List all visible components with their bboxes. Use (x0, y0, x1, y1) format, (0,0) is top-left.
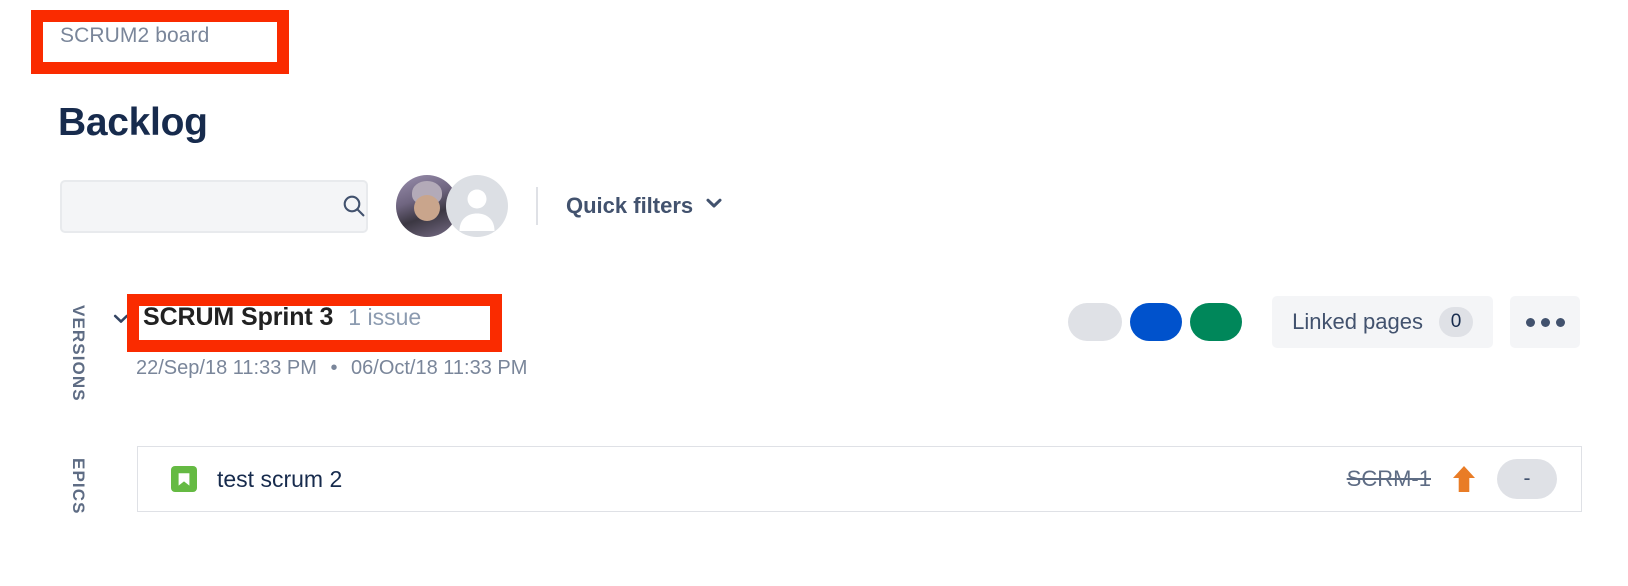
story-icon (171, 466, 197, 492)
sprint-collapse-toggle[interactable] (106, 304, 136, 334)
sprint-start-date: 22/Sep/18 11:33 PM (136, 357, 317, 379)
sprint-date-separator: • (330, 357, 338, 379)
priority-high-arrow-up-icon (1451, 464, 1477, 494)
status-pill-inprogress[interactable] (1130, 303, 1183, 341)
breadcrumb[interactable]: SCRUM2 board (60, 23, 209, 49)
ellipsis-icon (1555, 317, 1565, 327)
sprint-status-pills (1068, 303, 1243, 341)
search-box[interactable] (60, 179, 368, 233)
ellipsis-icon (1540, 317, 1550, 327)
quick-filters-label: Quick filters (566, 193, 694, 218)
sprint-issue-count: 1 issue (348, 304, 422, 330)
rail-label-epics[interactable]: EPICS (68, 458, 88, 515)
user-avatar-default[interactable] (446, 175, 508, 237)
search-icon[interactable] (341, 193, 367, 219)
ellipsis-icon (1525, 317, 1535, 327)
status-pill-done[interactable] (1190, 303, 1243, 341)
linked-pages-button[interactable]: Linked pages 0 (1272, 296, 1493, 348)
chevron-down-icon (113, 314, 129, 323)
search-input[interactable] (76, 194, 341, 218)
backlog-toolbar: Quick filters (60, 175, 724, 237)
issue-estimate-badge[interactable]: - (1497, 459, 1557, 499)
sprint-header[interactable]: SCRUM Sprint 3 1 issue (143, 303, 421, 332)
issue-row-meta: SCRM-1 - (1347, 459, 1557, 499)
avatar-group[interactable] (396, 175, 508, 237)
linked-pages-count-badge: 0 (1439, 307, 1473, 337)
breadcrumb-board-link[interactable]: SCRUM2 board (60, 24, 209, 47)
chevron-down-icon (704, 193, 724, 219)
sprint-dates: 22/Sep/18 11:33 PM • 06/Oct/18 11:33 PM (136, 357, 527, 380)
rail-label-versions[interactable]: VERSIONS (68, 305, 88, 402)
page-title: Backlog (58, 101, 208, 145)
sprint-controls: Linked pages 0 (1068, 296, 1580, 348)
sprint-name: SCRUM Sprint 3 (143, 303, 334, 331)
toolbar-divider (536, 187, 538, 225)
table-row[interactable]: test scrum 2 SCRM-1 - (137, 446, 1582, 512)
issue-summary[interactable]: test scrum 2 (217, 466, 342, 493)
quick-filters-dropdown[interactable]: Quick filters (566, 193, 724, 219)
linked-pages-label: Linked pages (1292, 309, 1423, 334)
sprint-end-date: 06/Oct/18 11:33 PM (351, 357, 528, 379)
status-pill-todo[interactable] (1068, 303, 1123, 341)
sprint-more-actions-button[interactable] (1510, 296, 1580, 348)
issue-key[interactable]: SCRM-1 (1347, 466, 1431, 492)
